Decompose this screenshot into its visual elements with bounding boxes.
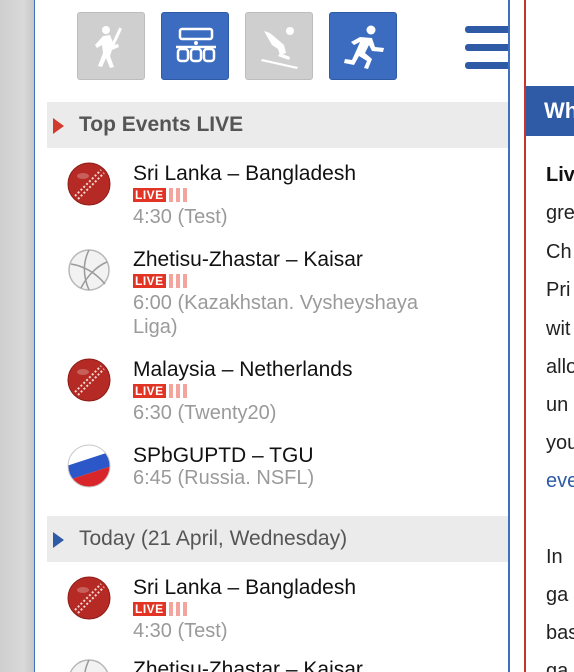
russia-flag-ball-icon [67, 444, 111, 488]
cricket-ball-icon [67, 162, 111, 206]
article-text-line: wit [546, 318, 571, 340]
column-gap [510, 0, 524, 672]
event-teams: Sri Lanka – Bangladesh [133, 576, 356, 599]
live-indicator: LIVE [133, 384, 187, 398]
event-teams: Zhetisu-Zhastar – Kaisar [133, 658, 363, 672]
cricket-ball-icon [67, 576, 111, 620]
menu-icon-bar [465, 26, 508, 33]
article-text-line: you [546, 432, 574, 454]
volleyball-icon [69, 659, 109, 672]
event-teams: Malaysia – Netherlands [133, 358, 353, 381]
menu-button[interactable] [461, 26, 508, 70]
event-teams: Sri Lanka – Bangladesh [133, 162, 356, 185]
article-text-line: bas [546, 622, 574, 644]
event-time: 6:30 (Twenty20) [133, 402, 277, 424]
triangle-icon [53, 118, 64, 134]
volleyball-icon [68, 249, 110, 291]
article-text-line: un [546, 394, 569, 416]
live-indicator: LIVE [133, 188, 187, 202]
live-indicator: LIVE [133, 274, 187, 288]
table-soccer-icon [176, 27, 216, 63]
events-panel: Top Events LIVE Sri Lanka – Bangladesh L… [34, 0, 510, 672]
live-badge: LIVE [133, 188, 166, 202]
sport-button-skiing[interactable] [245, 12, 313, 80]
live-badge: LIVE [133, 384, 166, 398]
cricket-player-icon [95, 26, 123, 68]
page-gutter [0, 0, 34, 672]
menu-icon-bar [465, 44, 508, 51]
section-header-top-events[interactable]: Top Events LIVE [47, 102, 508, 148]
section-title: Top Events LIVE [79, 113, 244, 136]
article-text-line: Liv [546, 164, 574, 186]
event-time: 6:45 (Russia. NSFL) [133, 467, 315, 489]
triangle-icon [53, 532, 64, 548]
article-panel: Wh Liv gre Ch Pri wit allo un you eve In… [524, 0, 574, 672]
sport-button-cricket[interactable] [77, 12, 145, 80]
article-text-line: allo [546, 356, 574, 378]
section-header-today[interactable]: Today (21 April, Wednesday) [47, 516, 508, 562]
event-time: 4:30 (Test) [133, 620, 228, 642]
section-title: Today (21 April, Wednesday) [79, 527, 348, 550]
article-text-line: gre [546, 202, 574, 224]
event-teams: Zhetisu-Zhastar – Kaisar [133, 248, 363, 271]
article-text-line: Ch [546, 241, 572, 263]
cricket-ball-icon [67, 358, 111, 402]
article-header: Wh [526, 86, 574, 136]
live-indicator: LIVE [133, 602, 187, 616]
article-link[interactable]: eve [546, 470, 574, 493]
article-text-line: In [546, 546, 563, 568]
live-badge: LIVE [133, 274, 166, 288]
menu-icon-bar [465, 62, 508, 69]
event-time: 6:00 (Kazakhstan. Vysheyshaya Liga) [133, 292, 418, 338]
article-text-line: ga [546, 584, 569, 606]
event-teams: SPbGUPTD – TGU [133, 444, 314, 467]
running-icon [344, 25, 384, 69]
skiing-icon [261, 27, 298, 69]
article-text-line: ga [546, 660, 569, 672]
sport-button-running[interactable] [329, 12, 397, 80]
article-text-line: Pri [546, 279, 571, 301]
sport-button-table-soccer[interactable] [161, 12, 229, 80]
event-time: 4:30 (Test) [133, 206, 228, 228]
live-badge: LIVE [133, 602, 166, 616]
